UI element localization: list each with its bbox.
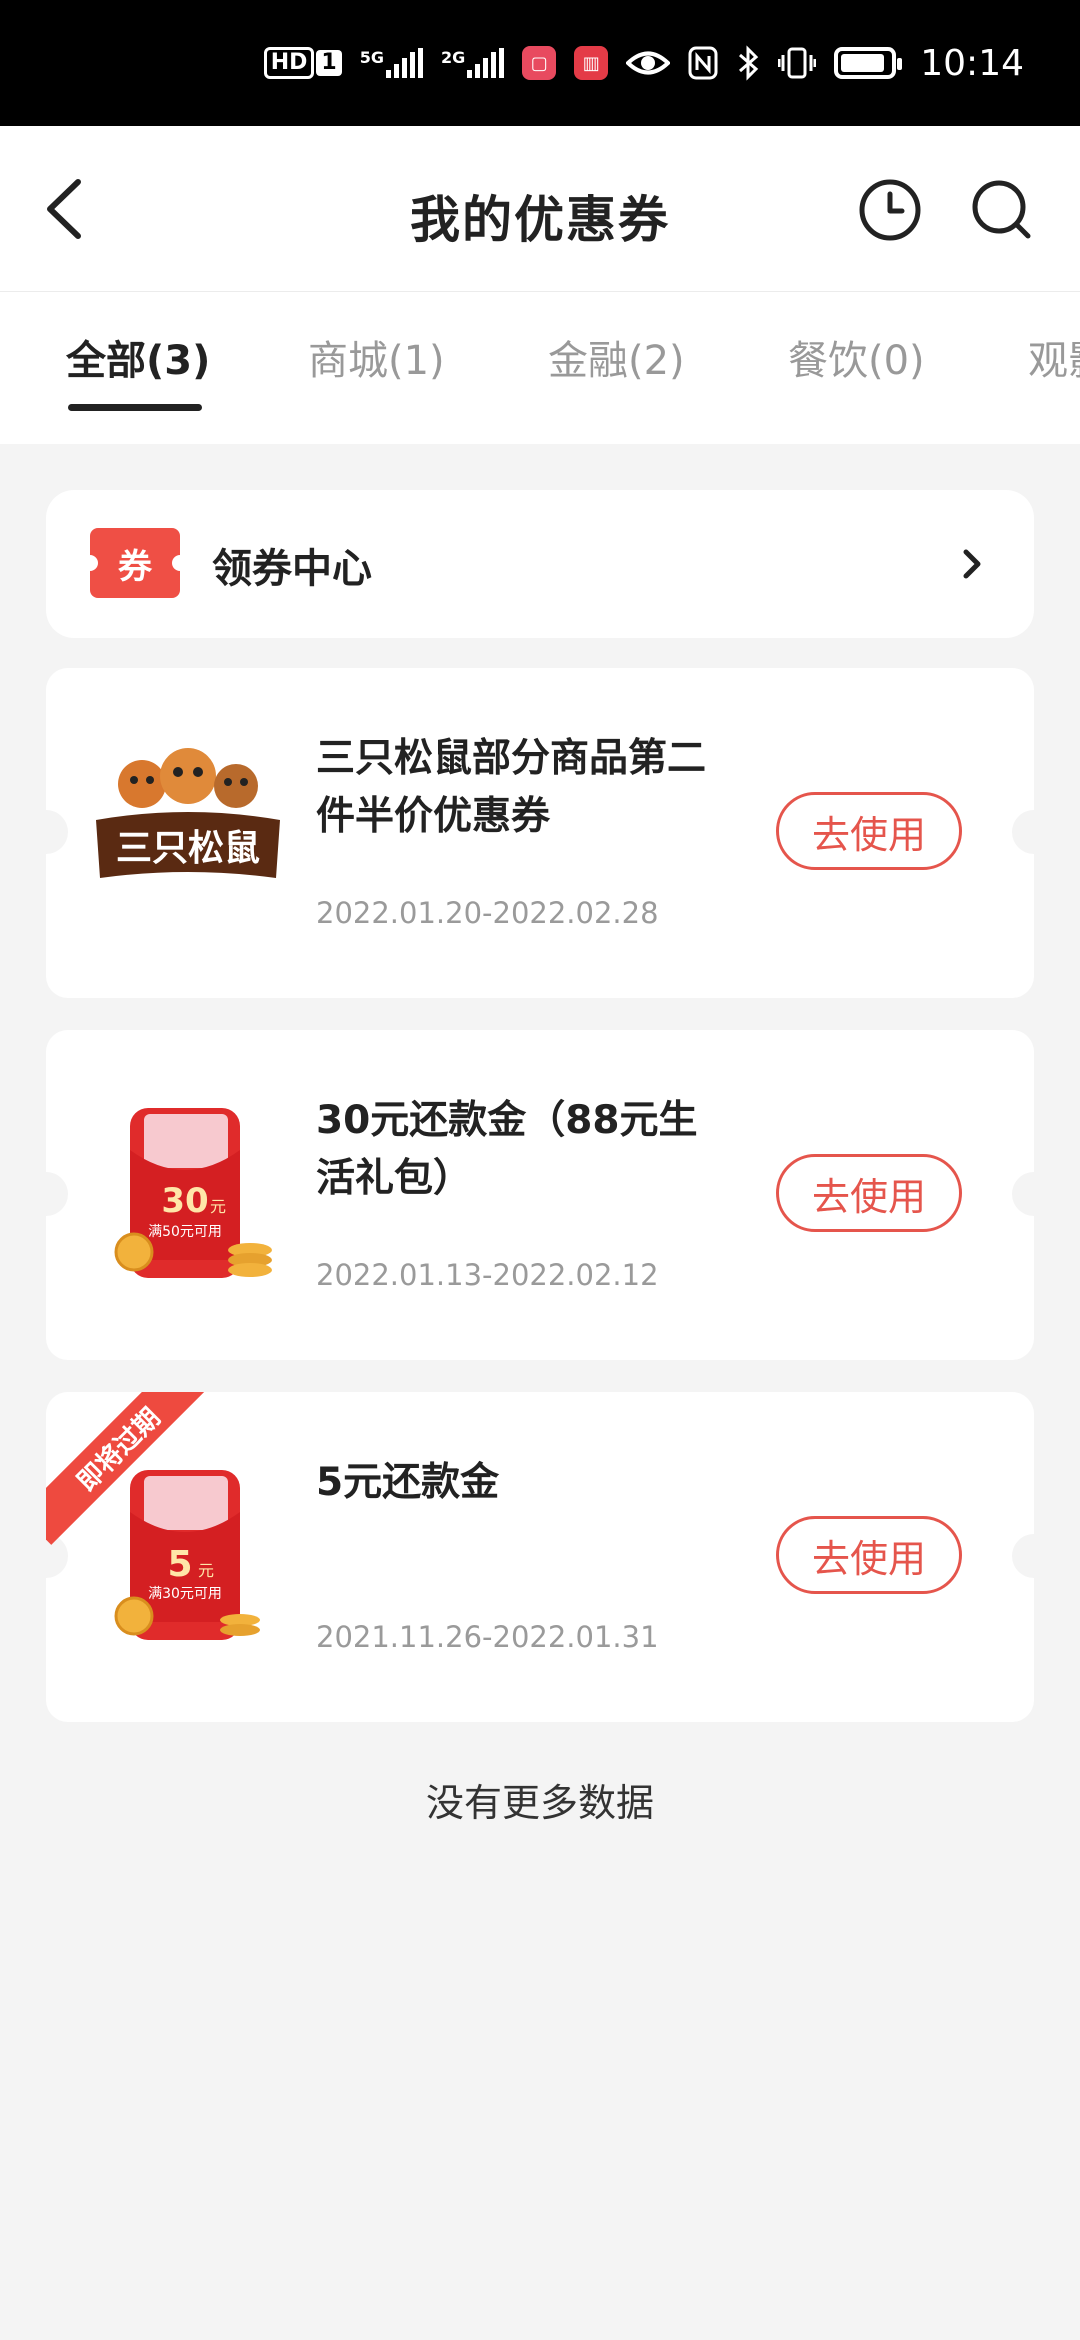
svg-text:30: 30 xyxy=(161,1181,208,1221)
use-coupon-button[interactable]: 去使用 xyxy=(776,792,962,870)
tab-finance[interactable]: 金融(2) xyxy=(548,328,685,386)
svg-text:三只松鼠: 三只松鼠 xyxy=(116,828,260,869)
coupon-card: 即将过期 5 元 满30元可用 5元还款金 2021.11.26-2022.01… xyxy=(46,1392,1034,1722)
header: 我的优惠券 xyxy=(0,126,1080,292)
coupon-date: 2021.11.26-2022.01.31 xyxy=(316,1620,659,1654)
use-coupon-button[interactable]: 去使用 xyxy=(776,1516,962,1594)
svg-text:元: 元 xyxy=(210,1197,226,1216)
svg-text:满50元可用: 满50元可用 xyxy=(148,1224,222,1240)
svg-text:元: 元 xyxy=(198,1561,214,1580)
svg-text:5: 5 xyxy=(167,1544,192,1585)
huawei-store-icon: ▢ xyxy=(522,46,557,80)
eye-comfort-icon xyxy=(626,51,671,75)
battery-icon xyxy=(834,47,903,79)
signal-2g-icon: 2G xyxy=(441,48,505,78)
tab-mall[interactable]: 商城(1) xyxy=(308,328,445,386)
coupon-date: 2022.01.20-2022.02.28 xyxy=(316,896,659,930)
use-coupon-button[interactable]: 去使用 xyxy=(776,1154,962,1232)
status-bar: HD 1 5G 2G ▢ ▥ 10:14 xyxy=(0,0,1080,126)
coupon-card: 三只松鼠 三只松鼠部分商品第二件半价优惠券 2022.01.20-2022.02… xyxy=(46,668,1034,998)
tab-movies[interactable]: 观影 xyxy=(1028,328,1080,386)
bluetooth-icon xyxy=(739,45,759,81)
red-envelope-icon: 5 元 满30元可用 xyxy=(114,1470,260,1640)
red-envelope-icon: 30 元 满50元可用 xyxy=(114,1108,272,1278)
signal-5g-icon: 5G xyxy=(360,48,423,78)
svg-text:满30元可用: 满30元可用 xyxy=(148,1586,222,1602)
coupon-badge-icon: 券 xyxy=(82,528,188,598)
coupon-title: 30元还款金（88元生活礼包） xyxy=(316,1098,698,1201)
coupon-date: 2022.01.13-2022.02.12 xyxy=(316,1258,659,1292)
nfc-icon xyxy=(688,46,718,80)
status-time: 10:14 xyxy=(920,42,1024,84)
coupon-title: 5元还款金 xyxy=(316,1460,500,1505)
coupon-title: 三只松鼠部分商品第二件半价优惠券 xyxy=(316,736,707,839)
tab-dining[interactable]: 餐饮(0) xyxy=(788,328,925,386)
category-tabs: 全部(3) 商城(1) 金融(2) 餐饮(0) 观影 xyxy=(0,292,1080,444)
book-app-icon: ▥ xyxy=(574,46,609,80)
three-squirrels-logo-icon: 三只松鼠 xyxy=(96,748,280,878)
no-more-data-text: 没有更多数据 xyxy=(425,1781,654,1825)
chevron-right-icon xyxy=(963,549,981,579)
search-icon[interactable] xyxy=(970,178,1034,242)
coupon-center-entry[interactable]: 券 领券中心 xyxy=(46,490,1034,638)
tab-all[interactable]: 全部(3) xyxy=(66,328,210,386)
vibrate-icon xyxy=(778,47,817,79)
tab-indicator xyxy=(68,404,202,411)
history-clock-icon[interactable] xyxy=(858,178,922,242)
coupon-card: 30 元 满50元可用 30元还款金（88元生活礼包） 2022.01.13-2… xyxy=(46,1030,1034,1360)
coupon-center-label: 领券中心 xyxy=(212,546,372,592)
hd-indicator: HD 1 xyxy=(263,47,342,79)
